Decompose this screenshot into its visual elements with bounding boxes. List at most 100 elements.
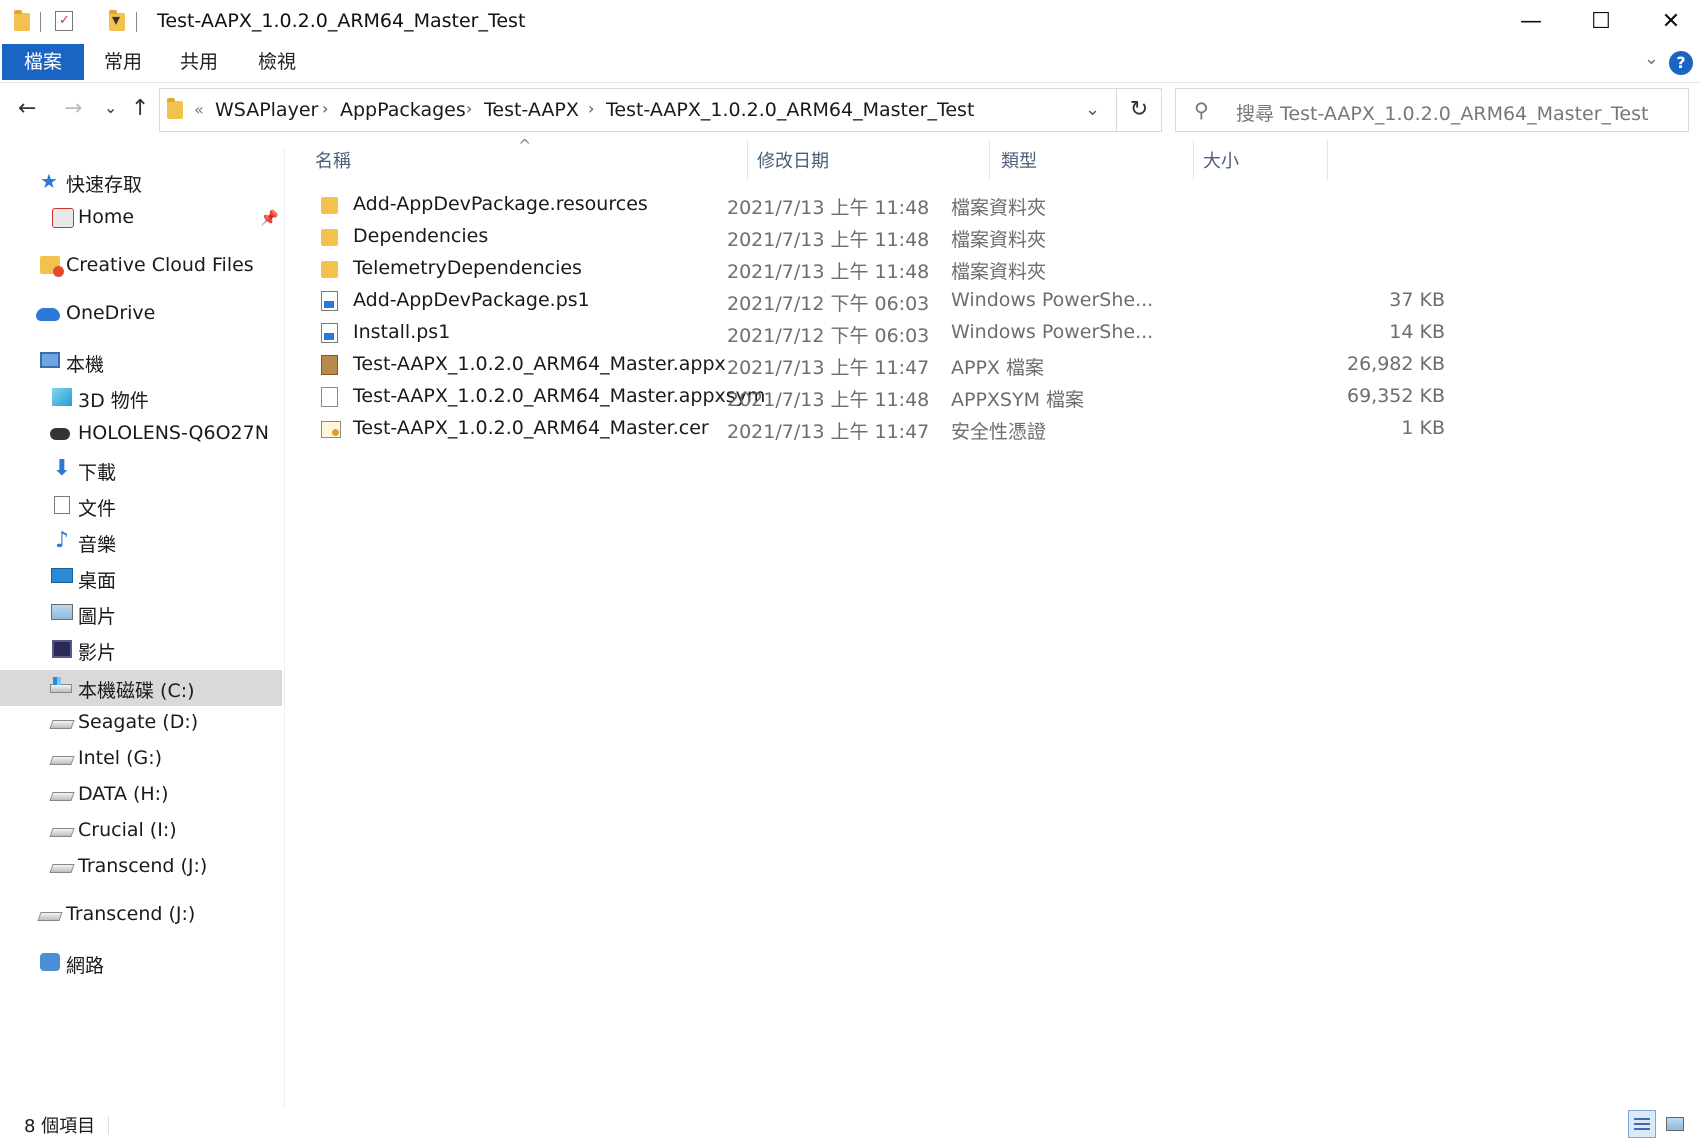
minimize-button[interactable]: — [1496,0,1566,44]
file-row[interactable]: Test-AAPX_1.0.2.0_ARM64_Master.cer 2021/… [315,413,1445,445]
properties-icon[interactable]: ✓ [55,11,73,31]
sidebar-item-label: 下載 [78,462,117,484]
sidebar-item-label: 3D 物件 [78,390,149,412]
column-header-name[interactable]: 名稱 [315,147,351,173]
tab-view[interactable]: 檢視 [244,44,310,80]
close-button[interactable]: ✕ [1636,0,1701,44]
powershell-script-icon [321,291,338,311]
breadcrumb-item[interactable]: WSAPlayer [215,99,318,121]
customize-toolbar-icon[interactable]: ▾ [112,10,134,34]
sidebar-item-label: 桌面 [78,570,117,592]
back-button[interactable]: ← [18,96,36,121]
column-divider[interactable] [1327,140,1328,180]
file-date: 2021/7/13 上午 11:47 [727,421,930,443]
recent-locations-button[interactable]: ⌄ [104,98,117,117]
file-row[interactable]: TelemetryDependencies 2021/7/13 上午 11:48… [315,253,1415,285]
file-row[interactable]: Install.ps1 2021/7/12 下午 06:03 Windows P… [315,317,1445,349]
up-button[interactable]: ↑ [131,96,149,121]
sidebar-item-creative-cloud[interactable]: Creative Cloud Files [0,249,282,283]
folder-icon[interactable] [14,10,30,31]
address-dropdown-icon[interactable]: ⌄ [1085,99,1100,120]
appx-package-icon [321,355,338,375]
file-row[interactable]: Add-AppDevPackage.resources 2021/7/13 上午… [315,189,1415,221]
title-bar: ✓ ▾ Test-AAPX_1.0.2.0_ARM64_Master_Test … [0,0,1701,44]
column-divider[interactable] [747,140,748,180]
overflow-icon[interactable]: « [194,100,204,119]
documents-icon [54,496,70,514]
sidebar-item-intel-g[interactable]: Intel (G:) [0,742,282,776]
sidebar-item-transcend-j[interactable]: Transcend (J:) [0,850,282,884]
sidebar-item-crucial-i[interactable]: Crucial (I:) [0,814,282,848]
column-header-type[interactable]: 類型 [1001,147,1037,173]
drive-icon [49,720,75,729]
sidebar-item-3d-objects[interactable]: 3D 物件 [0,381,282,415]
sidebar-item-downloads[interactable]: ⬇ 下載 [0,453,282,487]
drive-icon [49,756,75,765]
file-row[interactable]: Add-AppDevPackage.ps1 2021/7/12 下午 06:03… [315,285,1445,317]
sidebar-item-local-disk-c[interactable]: 本機磁碟 (C:) [0,670,282,706]
file-date: 2021/7/13 上午 11:48 [727,261,930,283]
chevron-right-icon[interactable]: › [466,99,472,118]
search-box[interactable]: ⚲ 搜尋 Test-AAPX_1.0.2.0_ARM64_Master_Test [1175,88,1689,132]
sidebar-item-network[interactable]: 網路 [0,946,282,980]
maximize-button[interactable]: ☐ [1566,0,1636,44]
sidebar-item-transcend-j-root[interactable]: Transcend (J:) [0,898,282,932]
help-icon[interactable]: ? [1669,51,1693,75]
pin-icon[interactable]: 📌 [260,209,279,227]
file-type: 檔案資料夾 [951,261,1047,283]
tab-file[interactable]: 檔案 [2,44,84,80]
collapse-ribbon-icon[interactable]: ⌄ [1644,48,1659,69]
column-divider[interactable] [1193,140,1194,180]
this-pc-icon [40,352,60,368]
sidebar-item-label: Transcend (J:) [78,855,208,877]
chevron-right-icon[interactable]: › [588,99,594,118]
breadcrumb-item[interactable]: AppPackages [340,99,466,121]
chevron-right-icon[interactable]: › [322,99,328,118]
search-input[interactable]: 搜尋 Test-AAPX_1.0.2.0_ARM64_Master_Test [1236,99,1648,126]
column-header-date[interactable]: 修改日期 [757,147,829,173]
forward-button[interactable]: → [64,96,82,121]
home-icon [52,208,74,228]
sidebar-item-desktop[interactable]: 桌面 [0,561,282,595]
file-name: TelemetryDependencies [353,257,582,279]
tab-share[interactable]: 共用 [166,44,232,80]
folder-icon [321,197,338,214]
sidebar-item-documents[interactable]: 文件 [0,489,282,523]
file-name: Test-AAPX_1.0.2.0_ARM64_Master.cer [353,417,709,439]
sidebar-item-hololens[interactable]: HOLOLENS-Q6O27N [0,417,282,451]
sidebar-item-this-pc[interactable]: 本機 [0,345,282,379]
file-row[interactable]: Test-AAPX_1.0.2.0_ARM64_Master.appxsym 2… [315,381,1445,413]
pictures-icon [51,604,73,620]
sidebar-item-label: 影片 [78,642,117,664]
file-date: 2021/7/13 上午 11:48 [727,197,930,219]
sidebar-item-home[interactable]: Home 📌 [0,201,282,235]
file-list: ^ 名稱 修改日期 類型 大小 Add-AppDevPackage.resour… [285,132,1701,1108]
tab-home[interactable]: 常用 [90,44,156,80]
star-icon: ★ [40,169,58,193]
sidebar-item-label: Home [78,206,135,228]
column-divider[interactable] [989,140,990,180]
large-icons-view-button[interactable] [1662,1110,1690,1138]
certificate-icon [321,421,341,438]
blank-file-icon [321,387,338,407]
sidebar-item-quick-access[interactable]: ★ 快速存取 [0,165,282,199]
breadcrumb-item[interactable]: Test-AAPX_1.0.2.0_ARM64_Master_Test [606,99,974,121]
downloads-icon: ⬇ [52,456,72,481]
breadcrumb-item[interactable]: Test-AAPX [484,99,579,121]
item-count: 8 個項目 [24,1116,96,1137]
file-row[interactable]: Dependencies 2021/7/13 上午 11:48 檔案資料夾 [315,221,1415,253]
sidebar-item-pictures[interactable]: 圖片 [0,597,282,631]
refresh-button[interactable]: ↻ [1117,88,1162,132]
file-date: 2021/7/13 上午 11:48 [727,389,930,411]
column-header-size[interactable]: 大小 [1203,147,1239,173]
file-name: Add-AppDevPackage.ps1 [353,289,590,311]
sidebar-item-seagate-d[interactable]: Seagate (D:) [0,706,282,740]
sidebar-item-videos[interactable]: 影片 [0,633,282,667]
sidebar-item-onedrive[interactable]: OneDrive [0,297,282,331]
sidebar-item-music[interactable]: ♪ 音樂 [0,525,282,559]
details-view-button[interactable] [1628,1110,1656,1138]
sidebar-item-data-h[interactable]: DATA (H:) [0,778,282,812]
file-row[interactable]: Test-AAPX_1.0.2.0_ARM64_Master.appx 2021… [315,349,1445,381]
file-type: APPX 檔案 [951,357,1044,379]
address-bar[interactable]: « WSAPlayer › AppPackages › Test-AAPX › … [159,88,1117,132]
